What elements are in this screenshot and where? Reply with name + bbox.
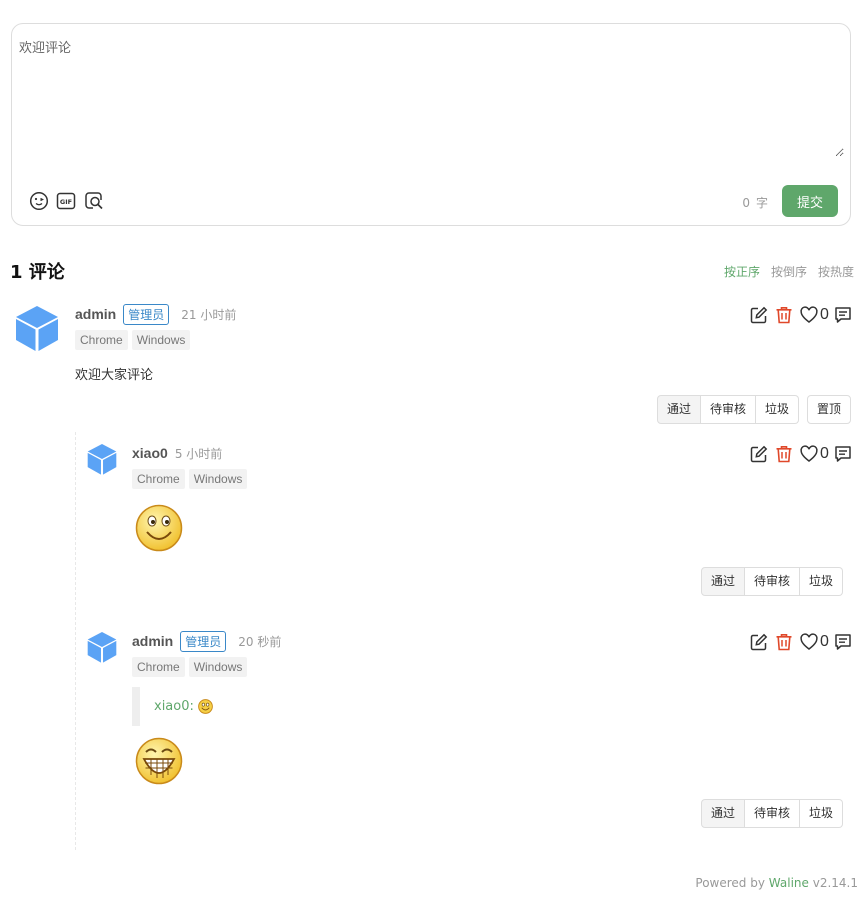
svg-text:GIF: GIF (60, 198, 72, 206)
status-buttons: 通过 待审核 垃圾 (657, 395, 800, 424)
delete-icon[interactable] (774, 632, 793, 651)
like-count: 0 (820, 632, 829, 650)
comment-meta: Chrome Windows (75, 330, 191, 350)
comment-actions: 0 (749, 632, 853, 651)
like-count: 0 (820, 305, 829, 323)
comment-textarea[interactable] (19, 37, 844, 157)
word-counter: 0字 (742, 194, 768, 211)
os-tag: Windows (188, 657, 248, 677)
emoji-icon[interactable] (29, 191, 49, 211)
comment-head: xiao0 5 小时前 (132, 442, 222, 464)
avatar (87, 631, 117, 663)
pending-button[interactable]: 待审核 (745, 567, 801, 596)
word-count-value: 0 (742, 196, 750, 210)
like-icon[interactable] (799, 305, 818, 324)
powered-by-label: Powered by (695, 876, 765, 890)
version-label: v2.14.1 (812, 876, 858, 890)
comment-time: 20 秒前 (238, 634, 282, 649)
edit-icon[interactable] (749, 305, 768, 324)
comment-time: 21 小时前 (181, 307, 237, 322)
comment-count: 1 评论 (10, 262, 65, 283)
os-tag: Windows (131, 330, 191, 350)
smile-emoji (135, 504, 183, 552)
sort-options: 按正序 按倒序 按热度 (724, 263, 854, 280)
powered-by: Powered by Waline v2.14.1 (695, 876, 858, 890)
admin-badge: 管理员 (180, 630, 227, 652)
sort-asc[interactable]: 按正序 (724, 263, 760, 280)
pending-button[interactable]: 待审核 (701, 395, 757, 424)
comment-actions: 0 (749, 444, 853, 463)
quote-author-link[interactable]: xiao0: (154, 699, 194, 714)
comment-content: 欢迎大家评论 (75, 368, 154, 383)
like-icon[interactable] (799, 444, 818, 463)
edit-icon[interactable] (749, 444, 768, 463)
comment-actions: 0 (749, 305, 853, 324)
waline-link[interactable]: Waline (769, 876, 809, 890)
avatar (15, 305, 59, 351)
comment-nick[interactable]: admin (132, 633, 173, 649)
spam-button[interactable]: 垃圾 (756, 395, 800, 424)
comment-time: 5 小时前 (174, 446, 223, 461)
browser-tag: Chrome (75, 330, 128, 350)
word-count-unit: 字 (755, 196, 768, 210)
comment-nick[interactable]: xiao0 (132, 445, 168, 461)
reply-icon[interactable] (834, 444, 853, 463)
like-icon[interactable] (799, 632, 818, 651)
comment-nick[interactable]: admin (75, 306, 116, 322)
comment-meta: Chrome Windows (132, 657, 248, 677)
avatar (87, 443, 117, 475)
spam-button[interactable]: 垃圾 (800, 567, 844, 596)
smile-emoji-small (198, 699, 213, 714)
like-count: 0 (820, 444, 829, 462)
comment-editor: GIF 0字 提交 (11, 23, 851, 226)
gif-icon[interactable]: GIF (56, 191, 76, 211)
submit-button[interactable]: 提交 (782, 185, 838, 217)
grin-emoji (135, 737, 183, 785)
comment-head: admin 管理员 21 小时前 (75, 303, 236, 325)
approve-button[interactable]: 通过 (701, 567, 746, 596)
approve-button[interactable]: 通过 (657, 395, 702, 424)
sticky-button[interactable]: 置顶 (807, 395, 852, 424)
status-buttons: 通过 待审核 垃圾 (701, 799, 844, 828)
search-icon[interactable] (84, 191, 104, 211)
reply-thread-line (75, 432, 76, 850)
approve-button[interactable]: 通过 (701, 799, 746, 828)
comment-head: admin 管理员 20 秒前 (132, 630, 281, 652)
os-tag: Windows (188, 469, 248, 489)
sort-hot[interactable]: 按热度 (818, 263, 854, 280)
delete-icon[interactable] (774, 444, 793, 463)
browser-tag: Chrome (132, 657, 185, 677)
reply-icon[interactable] (834, 632, 853, 651)
spam-button[interactable]: 垃圾 (800, 799, 844, 828)
comment-meta: Chrome Windows (132, 469, 248, 489)
browser-tag: Chrome (132, 469, 185, 489)
admin-badge: 管理员 (123, 303, 170, 325)
delete-icon[interactable] (774, 305, 793, 324)
reply-quote: xiao0: (132, 687, 213, 726)
sort-desc[interactable]: 按倒序 (771, 263, 807, 280)
reply-icon[interactable] (834, 305, 853, 324)
pending-button[interactable]: 待审核 (745, 799, 801, 828)
edit-icon[interactable] (749, 632, 768, 651)
status-buttons: 通过 待审核 垃圾 (701, 567, 844, 596)
